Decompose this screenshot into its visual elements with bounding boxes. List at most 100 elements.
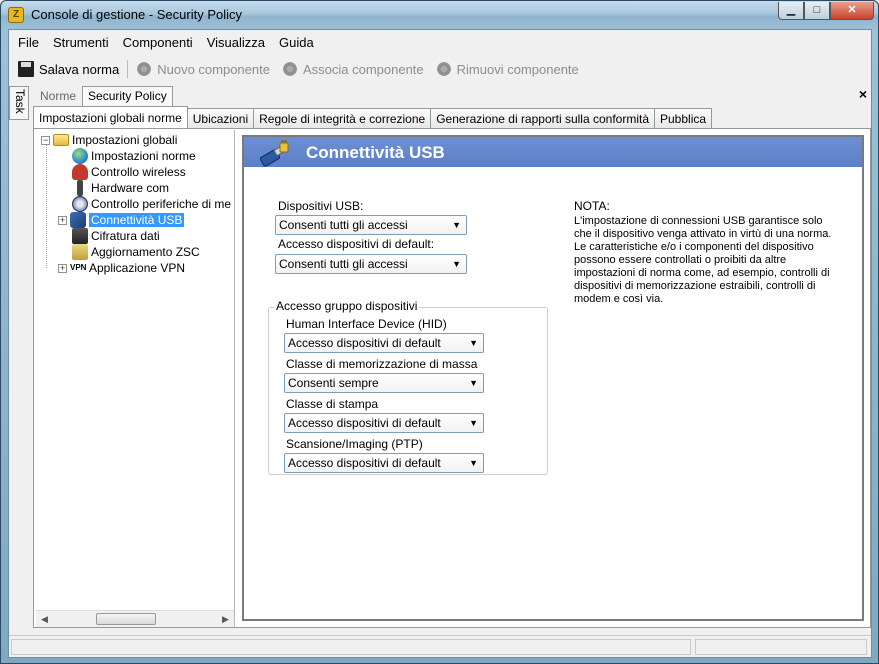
policy-tabs: Impostazioni globali norme Ubicazioni Re… — [33, 106, 713, 129]
associate-component-button[interactable]: Associa componente — [276, 58, 430, 80]
dropdown-arrow-icon: ▼ — [469, 418, 478, 428]
tree-horizontal-scrollbar[interactable]: ◀ ▶ — [36, 610, 234, 627]
default-access-label: Accesso dispositivi di default: — [278, 237, 435, 251]
print-class-select[interactable]: Accesso dispositivi di default ▼ — [284, 413, 484, 433]
tree-item-policy-settings[interactable]: Impostazioni norme — [72, 148, 196, 164]
remove-component-label: Rimuovi componente — [456, 61, 579, 77]
tree-item-label: Impostazioni norme — [91, 149, 196, 163]
new-component-label: Nuovo componente — [157, 61, 270, 77]
maximize-button[interactable]: □ — [804, 2, 830, 20]
save-policy-button[interactable]: Salava norma — [12, 58, 125, 80]
usb-connectivity-panel: Connettività USB Dispositivi USB: Consen… — [242, 135, 864, 621]
tree-guide-line — [46, 144, 47, 268]
ptp-value: Accesso dispositivi di default — [288, 456, 441, 470]
usb-devices-value: Consenti tutti gli accessi — [279, 218, 408, 232]
scroll-right-icon[interactable]: ▶ — [217, 611, 234, 627]
document-tabs: Norme Security Policy — [34, 86, 173, 106]
menu-help[interactable]: Guida — [272, 35, 321, 50]
toolbar-separator — [127, 60, 129, 78]
status-bar — [9, 635, 871, 657]
dropdown-arrow-icon: ▼ — [469, 338, 478, 348]
associate-component-icon — [281, 61, 298, 77]
mass-storage-value: Consenti sempre — [288, 376, 379, 390]
dropdown-arrow-icon: ▼ — [469, 378, 478, 388]
app-icon: Z — [8, 7, 24, 23]
usb-devices-select[interactable]: Consenti tutti gli accessi ▼ — [275, 215, 467, 235]
tree-item-zsc-update[interactable]: Aggiornamento ZSC — [72, 244, 200, 260]
encryption-icon — [72, 228, 88, 244]
tab-policies[interactable]: Norme — [34, 86, 82, 106]
remove-component-button[interactable]: Rimuovi componente — [430, 58, 585, 80]
folder-icon — [53, 134, 69, 146]
tree-item-wireless-control[interactable]: Controllo wireless — [72, 164, 186, 180]
tree-item-label: Aggiornamento ZSC — [91, 245, 200, 259]
wireless-icon — [72, 164, 88, 180]
save-policy-label: Salava norma — [39, 61, 120, 77]
print-class-label: Classe di stampa — [286, 397, 379, 411]
minimize-button[interactable]: ▁ — [778, 2, 804, 20]
associate-component-label: Associa componente — [302, 61, 424, 77]
title-bar[interactable]: Z Console di gestione - Security Policy … — [1, 1, 878, 29]
note-title: NOTA: — [574, 199, 610, 213]
ptp-select[interactable]: Accesso dispositivi di default ▼ — [284, 453, 484, 473]
mass-storage-select[interactable]: Consenti sempre ▼ — [284, 373, 484, 393]
new-component-button[interactable]: Nuovo componente — [130, 58, 276, 80]
menu-view[interactable]: Visualizza — [200, 35, 272, 50]
tree-item-label: Cifratura dati — [91, 229, 160, 243]
tree-item-vpn-enforcement[interactable]: + VPN Applicazione VPN — [58, 260, 185, 276]
tree-item-hardware-com[interactable]: Hardware com — [72, 180, 169, 196]
update-icon — [72, 244, 88, 260]
tree-item-label: Applicazione VPN — [89, 261, 186, 275]
globe-icon — [72, 148, 88, 164]
task-pane-tab[interactable]: Task — [9, 86, 29, 120]
remove-component-icon — [435, 61, 452, 77]
panel-title: Connettività USB — [306, 143, 445, 162]
client-area: File Strumenti Componenti Visualizza Gui… — [8, 29, 872, 658]
vpn-icon: VPN — [70, 263, 87, 272]
default-access-select[interactable]: Consenti tutti gli accessi ▼ — [275, 254, 467, 274]
hid-value: Accesso dispositivi di default — [288, 336, 441, 350]
expand-icon[interactable]: + — [58, 263, 67, 273]
scroll-thumb[interactable] — [96, 613, 156, 625]
hid-select[interactable]: Accesso dispositivi di default ▼ — [284, 333, 484, 353]
menu-components[interactable]: Componenti — [116, 35, 200, 50]
tree-item-storage-device-control[interactable]: Controllo periferiche di me — [72, 196, 231, 212]
tab-integrity-rules[interactable]: Regole di integrità e correzione — [253, 108, 432, 129]
toolbar: Salava norma Nuovo componente Associa co… — [9, 56, 585, 82]
tree-item-usb-connectivity[interactable]: + Connettività USB — [58, 212, 185, 228]
usb-icon — [70, 212, 86, 228]
tab-locations[interactable]: Ubicazioni — [186, 108, 255, 129]
panel-header: Connettività USB — [244, 137, 862, 167]
menu-bar: File Strumenti Componenti Visualizza Gui… — [9, 30, 871, 54]
tab-global-settings[interactable]: Impostazioni globali norme — [33, 106, 188, 129]
tree-item-label: Hardware com — [91, 181, 170, 195]
note-text: L'impostazione di connessioni USB garant… — [574, 215, 832, 305]
tree-item-data-encryption[interactable]: Cifratura dati — [72, 228, 160, 244]
disc-icon — [72, 196, 88, 212]
collapse-icon[interactable]: − — [41, 135, 50, 145]
close-button[interactable]: ✕ — [830, 2, 874, 20]
new-component-icon — [136, 61, 153, 77]
close-document-icon[interactable]: × — [859, 86, 867, 102]
tree-root[interactable]: − Impostazioni globali — [41, 132, 177, 148]
tab-security-policy[interactable]: Security Policy — [82, 86, 173, 106]
tree-root-label: Impostazioni globali — [72, 133, 178, 147]
window-title: Console di gestione - Security Policy — [31, 7, 242, 22]
ptp-label: Scansione/Imaging (PTP) — [286, 437, 423, 451]
dropdown-arrow-icon: ▼ — [452, 259, 461, 269]
default-access-value: Consenti tutti gli accessi — [279, 257, 408, 271]
tree-item-label: Connettività USB — [89, 213, 185, 227]
menu-tools[interactable]: Strumenti — [46, 35, 116, 50]
scroll-left-icon[interactable]: ◀ — [36, 611, 53, 627]
task-label: Task — [13, 89, 27, 114]
tab-publish[interactable]: Pubblica — [654, 108, 713, 129]
global-settings-panel: − Impostazioni globali Impostazioni norm… — [33, 128, 871, 628]
menu-file[interactable]: File — [11, 35, 46, 50]
dropdown-arrow-icon: ▼ — [452, 220, 461, 230]
tab-compliance-reporting[interactable]: Generazione di rapporti sulla conformità — [430, 108, 655, 129]
mass-storage-label: Classe di memorizzazione di massa — [286, 357, 478, 371]
hid-label: Human Interface Device (HID) — [286, 317, 447, 331]
settings-tree: − Impostazioni globali Impostazioni norm… — [35, 130, 235, 627]
tree-item-label: Controllo periferiche di me — [91, 197, 232, 211]
expand-icon[interactable]: + — [58, 215, 67, 225]
